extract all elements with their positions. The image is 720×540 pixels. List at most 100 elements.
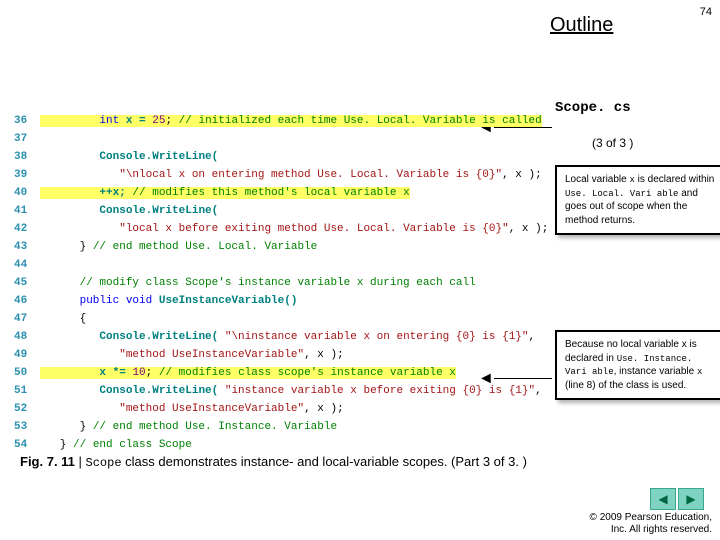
code-text (152, 295, 159, 307)
line-number: 47 (14, 310, 40, 328)
code-indent (40, 277, 80, 289)
figure-number: Fig. 7. 11 (20, 454, 75, 469)
code-line: 37 (14, 130, 559, 148)
code-id: x *= (99, 367, 132, 379)
code-indent (40, 403, 119, 415)
code-id: Console.WriteLine( (99, 151, 218, 163)
code-line: 39 "\nlocal x on entering method Use. Lo… (14, 166, 559, 184)
code-line: 40 ++x; // modifies this method's local … (14, 184, 559, 202)
code-id: Console.WriteLine( (99, 205, 218, 217)
line-number: 52 (14, 400, 40, 418)
line-number: 45 (14, 274, 40, 292)
code-indent (40, 331, 99, 343)
code-listing: 36 int x = 25; // initialized each time … (14, 112, 559, 454)
code-line: 46 public void UseInstanceVariable() (14, 292, 559, 310)
code-string: "\ninstance variable x on entering {0} i… (225, 331, 529, 343)
line-number: 53 (14, 418, 40, 436)
callout-instance-variable: Because no local variable x is declared … (555, 330, 720, 400)
code-line: 36 int x = 25; // initialized each time … (14, 112, 559, 130)
code-id: Console.WriteLine( (99, 385, 224, 397)
triangle-right-icon: ▶ (686, 492, 695, 506)
code-indent: } (40, 439, 73, 451)
code-comment: // modify class Scope's instance variabl… (80, 277, 476, 289)
code-text: { (40, 313, 86, 325)
line-number: 42 (14, 220, 40, 238)
code-keyword: public void (80, 295, 153, 307)
code-indent: } (40, 421, 93, 433)
code-indent (40, 115, 99, 127)
code-text: , (535, 385, 542, 397)
code-comment: // end method Use. Instance. Variable (93, 421, 337, 433)
code-string: "instance variable x before exiting {0} … (225, 385, 535, 397)
sidebar-filename: Scope. cs (555, 100, 631, 116)
code-text (40, 256, 559, 274)
code-text: , x ); (304, 349, 344, 361)
code-string: "method UseInstanceVariable" (119, 403, 304, 415)
callout-text: (line 8) of the class is used. (565, 380, 686, 391)
line-number: 44 (14, 256, 40, 274)
code-comment: // end method Use. Local. Variable (93, 241, 317, 253)
next-button[interactable]: ▶ (678, 488, 704, 510)
code-indent (40, 205, 99, 217)
code-keyword: int (99, 115, 119, 127)
code-line: 51 Console.WriteLine( "instance variable… (14, 382, 559, 400)
code-line: 54 } // end class Scope (14, 436, 559, 454)
code-line: 43 } // end method Use. Local. Variable (14, 238, 559, 256)
callout-code: Use. Local. Vari able (565, 189, 678, 199)
line-number: 48 (14, 328, 40, 346)
code-id: Console.WriteLine( (99, 331, 224, 343)
callout-text: , instance variable (614, 366, 697, 377)
code-text: , (529, 331, 536, 343)
code-text: , x ); (509, 223, 549, 235)
code-comment: // initialized each time Use. Local. Var… (172, 115, 542, 127)
line-number: 46 (14, 292, 40, 310)
line-number: 43 (14, 238, 40, 256)
code-string: "method UseInstanceVariable" (119, 349, 304, 361)
copyright-line: Inc. All rights reserved. (590, 524, 712, 536)
callout-text: Local variable (565, 174, 629, 185)
code-indent (40, 223, 119, 235)
page-number: 74 (700, 6, 712, 18)
nav-buttons: ◀ ▶ (648, 488, 704, 510)
line-number: 41 (14, 202, 40, 220)
triangle-left-icon: ◀ (658, 492, 667, 506)
code-indent (40, 187, 99, 199)
code-text (119, 115, 126, 127)
code-text: , x ); (502, 169, 542, 181)
line-number: 36 (14, 112, 40, 130)
code-line: 52 "method UseInstanceVariable", x ); (14, 400, 559, 418)
code-text: , x ); (304, 403, 344, 415)
code-indent (40, 151, 99, 163)
line-number: 51 (14, 382, 40, 400)
code-indent (40, 295, 80, 307)
callout-local-variable: Local variable x is declared within Use.… (555, 165, 720, 235)
line-number: 40 (14, 184, 40, 202)
code-number: 10 (132, 367, 145, 379)
code-id: ++x; (99, 187, 125, 199)
code-text (40, 130, 559, 148)
sidebar-counter: (3 of 3 ) (592, 136, 633, 150)
code-line: 47 { (14, 310, 559, 328)
outline-heading: Outline (550, 14, 613, 37)
code-id: UseInstanceVariable() (159, 295, 298, 307)
callout-text: is declared within (635, 174, 714, 185)
callout-code: x (697, 367, 702, 377)
code-line: 50 x *= 10; // modifies class scope's in… (14, 364, 559, 382)
code-line: 42 "local x before exiting method Use. L… (14, 220, 559, 238)
code-line: 44 (14, 256, 559, 274)
code-line: 49 "method UseInstanceVariable", x ); (14, 346, 559, 364)
code-comment: // end class Scope (73, 439, 192, 451)
code-comment: // modifies class scope's instance varia… (152, 367, 456, 379)
code-line: 48 Console.WriteLine( "\ninstance variab… (14, 328, 559, 346)
prev-button[interactable]: ◀ (650, 488, 676, 510)
code-line: 41 Console.WriteLine( (14, 202, 559, 220)
line-number: 38 (14, 148, 40, 166)
caption-text: class demonstrates instance- and local-v… (122, 454, 527, 469)
code-string: "local x before exiting method Use. Loca… (119, 223, 508, 235)
code-id: x = (126, 115, 152, 127)
code-line: 45 // modify class Scope's instance vari… (14, 274, 559, 292)
line-number: 54 (14, 436, 40, 454)
line-number: 49 (14, 346, 40, 364)
figure-caption: Fig. 7. 11 | Scope class demonstrates in… (20, 454, 527, 470)
line-number: 39 (14, 166, 40, 184)
